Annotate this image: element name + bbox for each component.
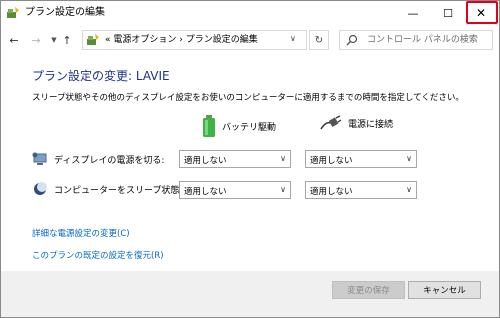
forward-arrow-icon: →	[31, 33, 41, 47]
search-icon	[346, 34, 358, 46]
forward-button[interactable]: →	[28, 31, 44, 49]
maximize-icon: ☐	[443, 6, 453, 20]
battery-column-header: バッテリ駆動	[202, 115, 276, 137]
window-title: プラン設定の編集	[25, 7, 105, 18]
minimize-button[interactable]: —	[396, 1, 430, 25]
select-value: 適用しない	[310, 156, 353, 166]
navigation-bar: ← → ▼ ↑ « 電源オプション › プラン設定の編集 ∨ ↻ コントロール …	[1, 27, 499, 53]
power-plug-icon	[320, 115, 342, 130]
back-button[interactable]: ←	[6, 31, 22, 49]
back-arrow-icon: ←	[9, 33, 19, 47]
chevron-down-icon: ▼	[51, 36, 57, 44]
up-arrow-icon: ↑	[62, 33, 72, 47]
ac-column-header: 電源に接続	[320, 115, 393, 131]
power-options-icon	[7, 7, 19, 18]
display-off-battery-select[interactable]: 適用しない ∨	[179, 150, 291, 168]
search-input[interactable]: コントロール パネルの検索	[367, 34, 478, 46]
battery-icon	[203, 115, 215, 137]
chevron-down-icon: ∨	[280, 154, 286, 163]
display-off-ac-select[interactable]: 適用しない ∨	[305, 150, 417, 168]
title-bar: プラン設定の編集 — ☐ ✕	[1, 1, 499, 25]
refresh-button[interactable]: ↻	[309, 30, 329, 50]
power-options-icon	[87, 34, 99, 45]
breadcrumb: « 電源オプション › プラン設定の編集	[105, 35, 258, 45]
maximize-button[interactable]: ☐	[431, 1, 465, 25]
address-dropdown-icon[interactable]: ∨	[290, 34, 296, 43]
page-description: スリープ状態やその他のディスプレイ設定をお使いのコンピューターに適用するまでの時…	[32, 93, 464, 103]
select-value: 適用しない	[184, 156, 227, 166]
button-bar: 変更の保存 キャンセル	[1, 271, 499, 317]
display-icon	[32, 152, 47, 165]
edit-plan-settings-window: プラン設定の編集 — ☐ ✕ ← → ▼ ↑ « 電源オプション › プラン設定…	[0, 0, 500, 318]
advanced-power-settings-link[interactable]: 詳細な電源設定の変更(C)	[32, 227, 130, 239]
page-title: プラン設定の変更: LAVIE	[32, 69, 170, 83]
chevron-down-icon: ∨	[406, 185, 412, 194]
restore-defaults-link[interactable]: このプランの既定の設定を復元(R)	[32, 249, 164, 261]
chevron-down-icon: ∨	[280, 185, 286, 194]
chevron-down-icon: ∨	[406, 154, 412, 163]
select-value: 適用しない	[310, 187, 353, 197]
up-button[interactable]: ↑	[59, 31, 75, 49]
turn-off-display-label: ディスプレイの電源を切る:	[54, 155, 165, 166]
battery-column-label: バッテリ駆動	[222, 122, 277, 133]
turn-off-display-row: ディスプレイの電源を切る:	[32, 152, 164, 166]
cancel-button[interactable]: キャンセル	[408, 281, 481, 299]
minimize-icon: —	[407, 6, 419, 20]
save-changes-button[interactable]: 変更の保存	[332, 281, 405, 299]
refresh-icon: ↻	[314, 34, 324, 46]
sleep-battery-select[interactable]: 適用しない ∨	[179, 181, 291, 199]
search-box[interactable]: コントロール パネルの検索	[339, 30, 493, 50]
select-value: 適用しない	[184, 187, 227, 197]
address-bar[interactable]: « 電源オプション › プラン設定の編集 ∨	[82, 30, 307, 50]
sleep-ac-select[interactable]: 適用しない ∨	[305, 181, 417, 199]
close-button-highlight	[466, 1, 498, 24]
sleep-moon-icon	[34, 182, 47, 195]
ac-column-label: 電源に接続	[348, 119, 394, 130]
